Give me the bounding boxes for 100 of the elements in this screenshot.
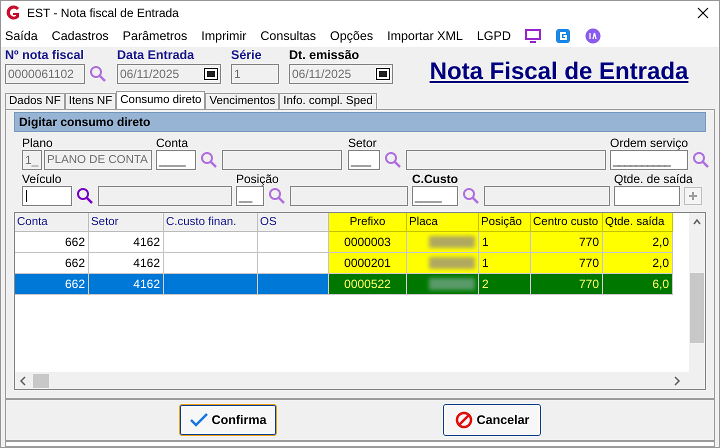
input-field[interactable]: 1_ (22, 150, 42, 170)
input-field[interactable] (22, 186, 72, 206)
field-label: Série (231, 48, 263, 63)
input-field[interactable]: ___ (348, 150, 380, 170)
tab[interactable]: Dados NF (5, 93, 65, 109)
table-cell: 1 (479, 232, 531, 253)
table-cell: 0000201 (329, 253, 407, 274)
table-cell: 1 (479, 253, 531, 274)
date-field[interactable]: 06/11/2025 (117, 64, 221, 84)
field-label: C.Custo (412, 172, 459, 186)
prohibited-icon (454, 411, 473, 429)
scroll-thumb[interactable] (33, 374, 49, 388)
menu-item[interactable]: Parâmetros (122, 26, 188, 46)
date-field[interactable]: 06/11/2025 (289, 64, 393, 84)
ai-badge-icon[interactable] (584, 28, 601, 44)
calendar-icon[interactable] (204, 68, 218, 80)
scroll-right-icon[interactable] (673, 376, 681, 386)
menu-item[interactable]: LGPD (476, 26, 511, 46)
input-field[interactable]: ____ (412, 186, 458, 206)
field-label: Data Entrada (117, 48, 196, 63)
table-cell: 2,0 (603, 253, 673, 274)
menu-item[interactable]: Importar XML (387, 26, 463, 46)
input-field[interactable] (614, 186, 680, 206)
search-icon[interactable] (76, 187, 94, 205)
tab[interactable]: Consumo direto (116, 91, 206, 109)
table-cell: 4162 (89, 274, 164, 295)
field-label: Plano (22, 136, 54, 150)
scroll-up-icon[interactable] (692, 217, 702, 227)
close-icon[interactable] (697, 7, 709, 19)
table-cell: 662 (15, 274, 89, 295)
table-cell: 662 (15, 232, 89, 253)
search-icon[interactable] (268, 187, 286, 205)
table-cell: 6,0 (603, 274, 673, 295)
table-cell: 770 (531, 232, 603, 253)
column-header[interactable]: Conta (15, 213, 89, 232)
confirm-button[interactable]: Confirma (179, 404, 277, 436)
column-header[interactable]: Prefixo (329, 213, 407, 232)
input-field[interactable]: 1 (231, 64, 279, 84)
table-cell: 770 (531, 253, 603, 274)
menu-item[interactable]: Cadastros (52, 26, 109, 46)
column-header[interactable]: C.custo finan. (164, 213, 258, 232)
panel-header: Digitar consumo direto (14, 112, 706, 132)
table-cell: 4162 (89, 232, 164, 253)
search-icon[interactable] (462, 187, 480, 205)
table-cell: 2 (479, 274, 531, 295)
field-label: Dt. emissão (289, 48, 360, 63)
field-label: Conta (156, 136, 190, 150)
tab[interactable]: Vencimentos (205, 93, 280, 109)
readonly-field[interactable] (222, 150, 342, 170)
field-label: Ordem serviço (610, 136, 690, 150)
input-field[interactable]: 0000061102 (5, 64, 85, 84)
search-icon[interactable] (692, 151, 710, 169)
table-cell: 662 (15, 253, 89, 274)
field-label: Setor (348, 136, 378, 150)
field-label: Veículo (22, 172, 62, 186)
vertical-scrollbar[interactable] (689, 213, 705, 372)
menu-item[interactable]: Consultas (260, 26, 316, 46)
table-cell: 2,0 (603, 232, 673, 253)
column-header[interactable]: Centro custo (531, 213, 603, 232)
readonly-field[interactable] (98, 186, 232, 206)
horizontal-scrollbar[interactable] (15, 372, 705, 389)
app-badge-icon[interactable] (554, 28, 571, 44)
scroll-left-icon[interactable] (19, 376, 27, 386)
readonly-field[interactable] (290, 186, 408, 206)
add-button[interactable] (684, 187, 702, 205)
table-row[interactable]: 662 4162 0000003 1 770 2,0 (15, 232, 689, 253)
window-title: EST - Nota fiscal de Entrada (27, 5, 179, 22)
field-label: Nº nota fiscal (5, 48, 85, 63)
calendar-icon[interactable] (376, 68, 390, 80)
blurred-plate (429, 236, 475, 248)
column-header[interactable]: Posição (479, 213, 531, 232)
tab[interactable]: Itens NF (64, 93, 116, 109)
column-header[interactable]: Qtde. saída (603, 213, 673, 232)
blurred-plate (429, 278, 475, 290)
table-cell (258, 232, 329, 253)
input-field[interactable]: ____ (156, 150, 196, 170)
input-field[interactable]: __ (236, 186, 264, 206)
menu-item[interactable]: Imprimir (201, 26, 246, 46)
column-header[interactable]: Setor (89, 213, 164, 232)
menu-item[interactable]: Opções (330, 26, 374, 46)
menu-item[interactable]: Saída (5, 26, 38, 46)
cancel-button[interactable]: Cancelar (443, 404, 541, 436)
search-icon[interactable] (89, 65, 107, 83)
plus-icon (688, 191, 698, 201)
tab[interactable]: Info. compl. Sped (279, 93, 377, 109)
column-header[interactable]: Placa (407, 213, 479, 232)
column-header[interactable]: OS (258, 213, 329, 232)
table-cell (258, 274, 329, 295)
table-cell: 0000522 (329, 274, 407, 295)
input-field[interactable]: __________ (610, 150, 688, 170)
readonly-field[interactable] (484, 186, 610, 206)
table-row[interactable]: 662 4162 0000201 1 770 2,0 (15, 253, 689, 274)
table-cell: 0000003 (329, 232, 407, 253)
search-icon[interactable] (384, 151, 402, 169)
readonly-field[interactable] (406, 150, 606, 170)
monitor-icon[interactable] (524, 29, 541, 43)
search-icon[interactable] (200, 151, 218, 169)
table-row[interactable]: 662 4162 0000522 2 770 6,0 (15, 274, 689, 295)
input-field[interactable]: PLANO DE CONTA (44, 150, 152, 170)
app-logo-icon (5, 5, 21, 21)
